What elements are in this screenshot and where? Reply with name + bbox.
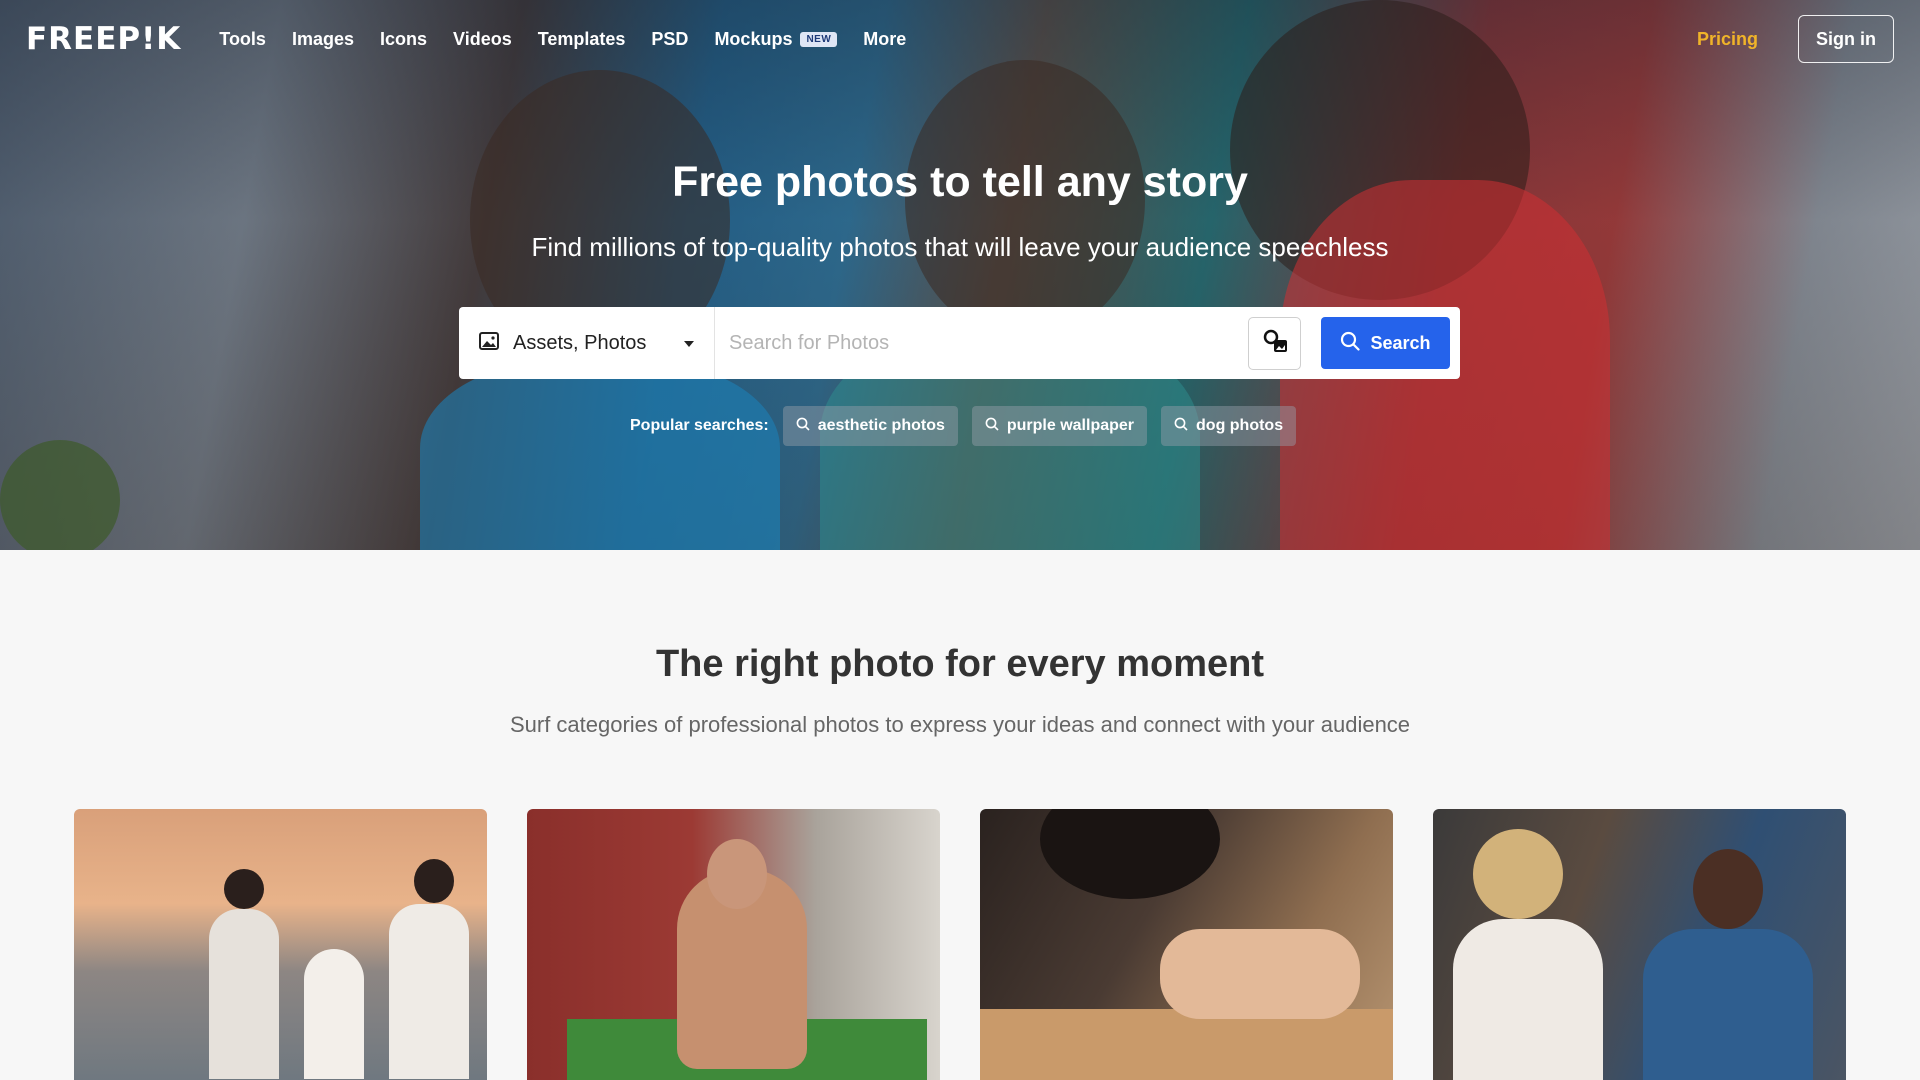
popular-searches: Popular searches: aesthetic photos purpl…	[630, 406, 1297, 446]
search-icon	[1174, 417, 1188, 436]
nav-right: Pricing Sign in	[1697, 15, 1894, 63]
nav-link-templates[interactable]: Templates	[538, 29, 626, 50]
asset-type-dropdown[interactable]: Assets, Photos	[459, 307, 715, 379]
photo-figure	[1040, 809, 1220, 899]
freepik-logo[interactable]: FREEP!K	[26, 21, 181, 57]
caret-down-icon	[684, 334, 694, 352]
hero-subtitle: Find millions of top-quality photos that…	[531, 232, 1389, 262]
image-icon	[479, 331, 499, 355]
photo-figure	[707, 839, 767, 909]
pricing-link[interactable]: Pricing	[1697, 29, 1758, 50]
search-bar: Assets, Photos Search	[459, 307, 1460, 379]
popular-search-chip-label: dog photos	[1196, 417, 1284, 434]
popular-searches-label: Popular searches:	[630, 417, 769, 434]
hero-banner: FREEP!K Tools Images Icons Videos Templa…	[0, 0, 1920, 550]
photo-figure	[389, 904, 469, 1079]
image-search-icon	[1261, 327, 1289, 360]
photo-figure	[1473, 829, 1563, 919]
sign-in-button[interactable]: Sign in	[1798, 15, 1894, 63]
nav-link-more[interactable]: More	[863, 29, 906, 50]
category-card-family[interactable]	[74, 809, 487, 1080]
popular-search-chip-label: aesthetic photos	[817, 417, 945, 434]
category-card-meditation[interactable]	[527, 809, 940, 1080]
popular-search-chip[interactable]: aesthetic photos	[782, 406, 958, 446]
category-cards	[74, 809, 1846, 1080]
nav-link-tools[interactable]: Tools	[219, 29, 266, 50]
photo-figure	[1693, 849, 1763, 929]
search-button[interactable]: Search	[1321, 317, 1450, 369]
category-card-business[interactable]	[1433, 809, 1846, 1080]
nav-link-psd[interactable]: PSD	[651, 29, 688, 50]
nav-link-mockups-label: Mockups	[714, 28, 793, 49]
nav-links: Tools Images Icons Videos Templates PSD …	[219, 29, 906, 50]
popular-search-chip-label: purple wallpaper	[1006, 417, 1135, 434]
section-title: The right photo for every moment	[655, 643, 1265, 685]
search-by-image-button[interactable]	[1248, 316, 1301, 370]
category-card-writing[interactable]	[980, 809, 1393, 1080]
photo-desk	[980, 1009, 1393, 1080]
nav-link-images[interactable]: Images	[292, 29, 354, 50]
hero-photo-foliage	[0, 440, 120, 550]
hero-photo-figure	[420, 360, 780, 550]
popular-search-chip[interactable]: purple wallpaper	[971, 406, 1148, 446]
photo-figure	[1160, 929, 1360, 1019]
search-icon	[1340, 331, 1361, 356]
search-input[interactable]	[715, 307, 1248, 379]
search-icon	[796, 417, 810, 436]
search-icon	[985, 417, 999, 436]
photo-figure	[304, 949, 364, 1079]
search-button-label: Search	[1370, 332, 1431, 353]
photo-figure	[414, 859, 454, 903]
photo-figure	[1453, 919, 1603, 1080]
top-nav: FREEP!K Tools Images Icons Videos Templa…	[0, 0, 1920, 78]
photo-figure	[224, 869, 264, 909]
section-subtitle: Surf categories of professional photos t…	[509, 712, 1411, 737]
nav-link-mockups[interactable]: Mockups NEW	[714, 28, 838, 50]
photo-figure	[209, 909, 279, 1079]
new-badge: NEW	[800, 31, 838, 47]
photo-figure	[1643, 929, 1813, 1080]
asset-type-label: Assets, Photos	[513, 331, 647, 354]
nav-link-videos[interactable]: Videos	[453, 29, 512, 50]
popular-search-chip[interactable]: dog photos	[1161, 406, 1297, 446]
hero-title: Free photos to tell any story	[672, 158, 1248, 206]
nav-link-icons[interactable]: Icons	[380, 29, 427, 50]
